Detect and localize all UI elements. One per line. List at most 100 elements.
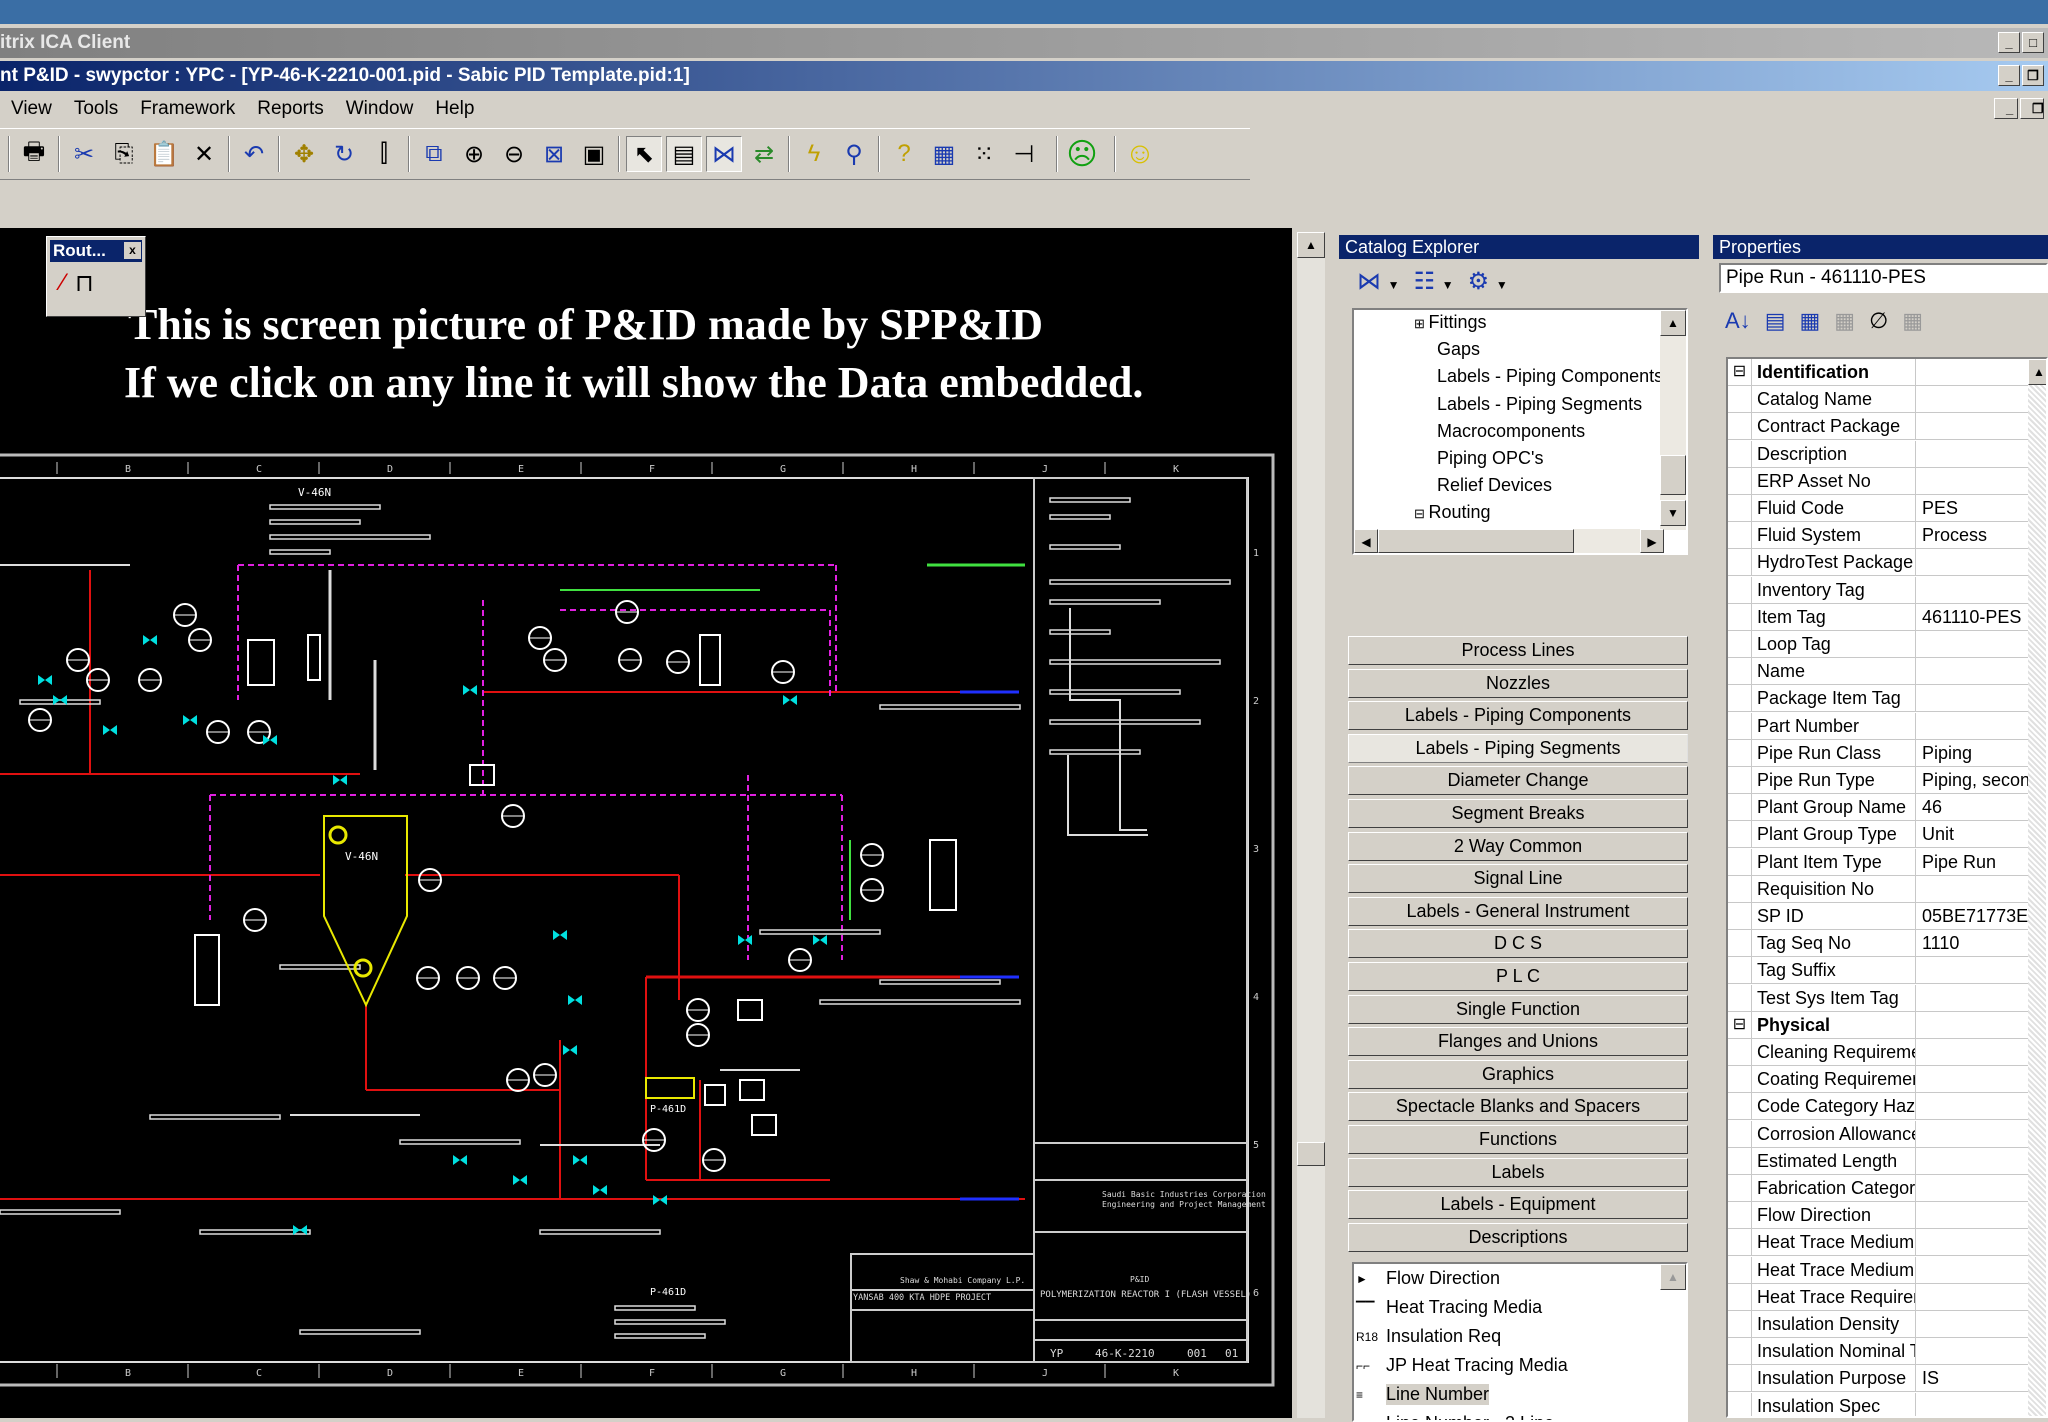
drawing-vertical-scrollbar[interactable]: ▲ <box>1297 232 1325 1418</box>
menu-reports[interactable]: Reports <box>246 98 335 120</box>
property-category[interactable]: ⊟Identification <box>1728 359 2028 386</box>
catalog-button[interactable]: Spectacle Blanks and Spacers <box>1348 1092 1688 1121</box>
tree-item[interactable]: Macrocomponents <box>1437 421 1585 442</box>
sort-az-icon[interactable]: A↓ <box>1725 308 1751 334</box>
symbol-item[interactable]: ►Flow Direction <box>1354 1264 1686 1293</box>
property-row[interactable]: Requisition No <box>1728 876 2028 903</box>
catalog-button[interactable]: Nozzles <box>1348 669 1688 698</box>
property-row[interactable]: Package Item Tag <box>1728 685 2028 712</box>
symbol-item[interactable]: ⋯Line Number - 2 Line <box>1354 1409 1686 1422</box>
menu-tools[interactable]: Tools <box>63 98 129 120</box>
scroll-up-button[interactable]: ▲ <box>1297 232 1325 258</box>
catalog-button[interactable]: Labels - Piping Components <box>1348 701 1688 730</box>
property-row[interactable]: Pipe Run TypePiping, secondary <box>1728 767 2028 794</box>
menu-framework[interactable]: Framework <box>129 98 246 120</box>
property-row[interactable]: Insulation PurposeIS <box>1728 1365 2028 1392</box>
property-value[interactable]: 46 <box>1917 794 2028 820</box>
maximize-button[interactable]: □ <box>2022 32 2044 53</box>
property-row[interactable]: Loop Tag <box>1728 631 2028 658</box>
property-row[interactable]: HydroTest Package <box>1728 549 2028 576</box>
catalog-tree[interactable]: ⊞ Fittings Gaps Labels - Piping Components… <box>1352 308 1688 555</box>
label-icon[interactable]: ⊣ <box>1006 136 1042 172</box>
catalog-button[interactable]: Signal Line <box>1348 864 1688 893</box>
list-view-icon[interactable]: ☷ ▼ <box>1414 267 1454 296</box>
restore-button[interactable]: ❐ <box>2022 65 2044 86</box>
minimize-button[interactable]: _ <box>1998 65 2020 86</box>
collapse-icon[interactable]: ⊟ <box>1728 359 1752 386</box>
property-grid[interactable]: ⊟IdentificationCatalog NameContract Pack… <box>1726 357 2048 1418</box>
catalog-button[interactable]: 2 Way Common <box>1348 832 1688 861</box>
route-orthogonal-icon[interactable]: ⊓ <box>75 269 94 298</box>
property-row[interactable]: Plant Item TypePipe Run <box>1728 849 2028 876</box>
property-row[interactable]: Fluid CodePES <box>1728 495 2028 522</box>
property-row[interactable]: Plant Group TypeUnit <box>1728 821 2028 848</box>
property-row[interactable]: Inventory Tag <box>1728 577 2028 604</box>
property-value[interactable]: IS <box>1917 1365 2028 1391</box>
property-row[interactable]: Fluid SystemProcess <box>1728 522 2028 549</box>
insert-icon[interactable]: ϟ <box>796 136 832 172</box>
property-row[interactable]: Coating Requirement <box>1728 1066 2028 1093</box>
print-icon[interactable]: 🖶 <box>16 136 52 172</box>
symbol-item[interactable]: ≡Line Number <box>1354 1380 1686 1409</box>
close-icon[interactable]: x <box>124 242 141 259</box>
property-value[interactable]: 461110-PES <box>1917 604 2028 630</box>
tree-item[interactable]: Gaps <box>1437 339 1480 360</box>
paste-icon[interactable]: 📋 <box>146 136 182 172</box>
property-row[interactable]: Tag Seq No1110 <box>1728 930 2028 957</box>
property-row[interactable]: Cleaning Requirement <box>1728 1039 2028 1066</box>
property-row[interactable]: Code Category Hazard <box>1728 1093 2028 1120</box>
minimize-button[interactable]: _ <box>1998 32 2020 53</box>
zoom-out-icon[interactable]: ⊖ <box>496 136 532 172</box>
property-row[interactable]: ERP Asset No <box>1728 468 2028 495</box>
menu-help[interactable]: Help <box>424 98 485 120</box>
catalog-button[interactable]: Diameter Change <box>1348 766 1688 795</box>
symbol-item[interactable]: ▔▔Heat Tracing Media <box>1354 1293 1686 1322</box>
property-filter-icon[interactable]: ▦ <box>1834 308 1855 334</box>
property-value[interactable]: Pipe Run <box>1917 849 2028 875</box>
gap-icon[interactable]: ⁙ <box>966 136 1002 172</box>
object-selector[interactable]: Pipe Run - 461110-PES <box>1719 263 2048 293</box>
menu-window[interactable]: Window <box>335 98 425 120</box>
zoom-area-icon[interactable]: ⧉ <box>416 136 452 172</box>
rotate-icon[interactable]: ↻ <box>326 136 362 172</box>
property-row[interactable]: Heat Trace Requirement <box>1728 1284 2028 1311</box>
previous-view-icon[interactable]: ▣ <box>576 136 612 172</box>
property-row[interactable]: Heat Trace Medium <box>1728 1229 2028 1256</box>
property-row[interactable]: Pipe Run ClassPiping <box>1728 740 2028 767</box>
property-row[interactable]: Part Number <box>1728 713 2028 740</box>
property-row[interactable]: Insulation Density <box>1728 1311 2028 1338</box>
property-pages-icon[interactable]: ▦ <box>1799 308 1820 334</box>
property-value[interactable]: PES <box>1917 495 2028 521</box>
property-value[interactable]: 1110 <box>1917 930 2028 956</box>
symbol-item[interactable]: ⌐⌐JP Heat Tracing Media <box>1354 1351 1686 1380</box>
scroll-thumb[interactable] <box>1297 1142 1325 1166</box>
undo-icon[interactable]: ↶ <box>236 136 272 172</box>
property-row[interactable]: Name <box>1728 658 2028 685</box>
settings-gear-icon[interactable]: ⚙ ▼ <box>1468 267 1508 296</box>
tree-hscroll[interactable]: ◀▶ <box>1354 529 1664 553</box>
property-value[interactable]: Piping <box>1917 740 2028 766</box>
zoom-in-icon[interactable]: ⊕ <box>456 136 492 172</box>
categorized-icon[interactable]: ▤ <box>1765 308 1786 334</box>
catalog-button[interactable]: Segment Breaks <box>1348 799 1688 828</box>
catalog-button[interactable]: Process Lines <box>1348 636 1688 665</box>
property-category[interactable]: ⊟Physical <box>1728 1012 2028 1039</box>
mirror-icon[interactable]: ⫿ <box>366 136 402 172</box>
property-value[interactable]: Piping, secondary <box>1917 767 2028 793</box>
tree-item[interactable]: ⊞ Fittings <box>1414 312 1487 333</box>
property-value[interactable]: Unit <box>1917 821 2028 847</box>
property-row[interactable]: Description <box>1728 441 2028 468</box>
catalog-button[interactable]: Labels - General Instrument <box>1348 897 1688 926</box>
doc-restore-button[interactable]: ❐ <box>2020 98 2044 119</box>
cut-icon[interactable]: ✂ <box>66 136 102 172</box>
tree-expander-icon[interactable]: ⊞ <box>1414 316 1429 331</box>
tree-item[interactable]: Labels - Piping Components <box>1437 366 1663 387</box>
property-value[interactable]: 05BE71773E <box>1917 903 2028 929</box>
help-icon[interactable]: ? <box>886 136 922 172</box>
tree-item[interactable]: Relief Devices <box>1437 475 1552 496</box>
property-row[interactable]: Corrosion Allowance <box>1728 1121 2028 1148</box>
property-row[interactable]: Contract Package <box>1728 413 2028 440</box>
catalog-button[interactable]: Labels <box>1348 1158 1688 1187</box>
catalog-button[interactable]: P L C <box>1348 962 1688 991</box>
fit-icon[interactable]: ⊠ <box>536 136 572 172</box>
